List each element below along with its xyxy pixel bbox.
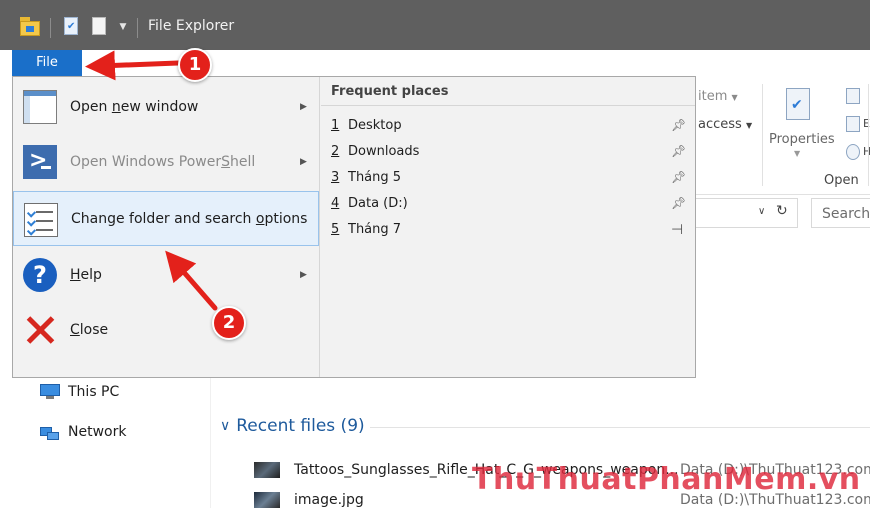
- chevron-down-icon[interactable]: ∨: [758, 206, 765, 217]
- unpin-icon[interactable]: ⊣: [671, 222, 683, 238]
- window-title: File Explorer: [148, 18, 235, 34]
- ribbon-item-label: item: [698, 89, 728, 104]
- annotation-badge-2: 2: [212, 306, 246, 340]
- frequent-place-name: Desktop: [348, 118, 402, 133]
- menu-item-label: Change folder and search options: [71, 210, 308, 227]
- chevron-down-icon[interactable]: ∨: [220, 418, 230, 434]
- nav-item-this-pc[interactable]: This PC: [40, 384, 119, 400]
- frequent-place-number: 4: [331, 196, 340, 211]
- network-icon: [40, 424, 60, 440]
- history-icon[interactable]: [846, 144, 860, 160]
- submenu-arrow-icon: ▶: [300, 269, 307, 280]
- file-tab[interactable]: File: [12, 50, 82, 76]
- frequent-places-divider: [321, 105, 695, 106]
- frequent-places-title: Frequent places: [331, 84, 449, 99]
- frequent-place-item[interactable]: 4 Data (D:) 📌︎: [331, 196, 689, 216]
- pin-icon[interactable]: 📌︎: [671, 118, 686, 132]
- pin-icon[interactable]: 📌︎: [671, 144, 686, 158]
- submenu-arrow-icon: ▶: [300, 101, 307, 112]
- menu-item-open-new-window[interactable]: Open new window ▶: [13, 79, 319, 134]
- menu-item-label: Open Windows PowerShell: [70, 153, 256, 170]
- menu-item-close[interactable]: Close: [13, 302, 319, 357]
- refresh-icon[interactable]: ↻: [776, 203, 788, 219]
- properties-icon[interactable]: ✔: [786, 88, 810, 120]
- frequent-place-name: Data (D:): [348, 196, 408, 211]
- frequent-place-item[interactable]: 2 Downloads 📌︎: [331, 144, 689, 164]
- menu-item-label: Close: [70, 321, 109, 338]
- chevron-down-icon[interactable]: ▼: [794, 149, 800, 158]
- help-icon: ?: [23, 258, 57, 292]
- frequent-place-name: Tháng 7: [348, 222, 402, 237]
- ribbon-item-button[interactable]: item ▼: [698, 89, 738, 104]
- frequent-place-number: 2: [331, 144, 340, 159]
- window-frame: [0, 50, 12, 508]
- file-name: image.jpg: [294, 492, 364, 508]
- image-thumbnail-icon: [254, 462, 280, 478]
- section-divider: [370, 427, 870, 428]
- recent-files-header[interactable]: ∨ Recent files (9): [220, 416, 365, 436]
- nav-item-label: Network: [68, 424, 127, 440]
- toolbar-separator: [137, 18, 138, 38]
- address-bar[interactable]: ∨ ↻: [696, 198, 798, 228]
- nav-item-label: This PC: [68, 384, 120, 400]
- new-folder-icon[interactable]: [92, 17, 106, 35]
- nav-item-network[interactable]: Network: [40, 424, 126, 440]
- customize-toolbar-chevron-icon[interactable]: ▼: [118, 22, 128, 32]
- ribbon-tab-strip: [12, 50, 870, 76]
- frequent-place-name: Downloads: [348, 144, 420, 159]
- ribbon-separator: [868, 84, 869, 186]
- frequent-place-item[interactable]: 1 Desktop 📌︎: [331, 118, 689, 138]
- menu-item-change-folder-options[interactable]: Change folder and search options: [13, 191, 319, 246]
- open-icon[interactable]: [846, 88, 860, 104]
- menu-divider: [319, 77, 320, 377]
- open-group-label: Open: [824, 173, 859, 188]
- navigation-pane: This PC Network: [12, 378, 210, 508]
- new-window-icon: [23, 90, 57, 124]
- pin-icon[interactable]: 📌︎: [671, 170, 686, 184]
- menu-item-label: Help: [70, 266, 102, 283]
- properties-icon[interactable]: ✔: [64, 17, 78, 35]
- search-input[interactable]: Search: [811, 198, 870, 228]
- ribbon: item ▼ access ▼ ✔ Properties ▼ Open E H: [696, 76, 870, 195]
- easy-access-button[interactable]: access ▼: [698, 117, 752, 132]
- powershell-icon: >: [23, 145, 57, 179]
- file-menu-commands: Open new window ▶ > Open Windows PowerSh…: [13, 77, 319, 377]
- chevron-down-icon: ▼: [731, 93, 738, 102]
- ribbon-separator: [762, 84, 763, 186]
- file-menu: Open new window ▶ > Open Windows PowerSh…: [12, 76, 696, 378]
- search-placeholder: Search: [822, 206, 870, 222]
- image-thumbnail-icon: [254, 492, 280, 508]
- frequent-place-number: 1: [331, 118, 340, 133]
- frequent-place-number: 3: [331, 170, 340, 185]
- title-bar: ✔ ▼ File Explorer: [0, 0, 870, 50]
- close-icon: [23, 313, 57, 347]
- chevron-down-icon: ▼: [745, 121, 753, 130]
- menu-item-open-powershell[interactable]: > Open Windows PowerShell ▶: [13, 134, 319, 189]
- annotation-badge-1: 1: [178, 48, 212, 82]
- edit-icon[interactable]: [846, 116, 860, 132]
- frequent-place-item[interactable]: 3 Tháng 5 📌︎: [331, 170, 689, 190]
- list-item[interactable]: image.jpg: [254, 492, 364, 508]
- watermark: ThuThuatPhanMem.vn: [472, 462, 861, 497]
- pin-icon[interactable]: 📌︎: [671, 196, 686, 210]
- this-pc-icon: [40, 384, 60, 400]
- frequent-place-item[interactable]: 5 Tháng 7 ⊣: [331, 222, 689, 242]
- folder-options-icon: [24, 203, 58, 237]
- menu-item-help[interactable]: ? Help ▶: [13, 247, 319, 302]
- frequent-place-number: 5: [331, 222, 340, 237]
- properties-button[interactable]: Properties: [769, 132, 835, 147]
- frequent-place-name: Tháng 5: [348, 170, 402, 185]
- folder-icon: [20, 17, 40, 37]
- menu-item-label: Open new window: [70, 98, 199, 115]
- recent-files-title: Recent files (9): [236, 416, 365, 436]
- submenu-arrow-icon: ▶: [300, 156, 307, 167]
- pane-divider: [210, 378, 211, 508]
- easy-access-label: access: [698, 117, 742, 132]
- toolbar-separator: [50, 18, 51, 38]
